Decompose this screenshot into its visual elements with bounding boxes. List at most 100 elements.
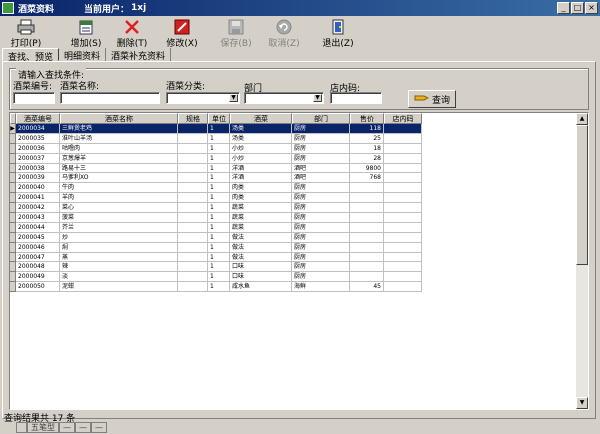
table-cell[interactable]: 9800 (350, 163, 384, 174)
vertical-scrollbar[interactable]: ▲ ▼ (576, 113, 588, 409)
table-cell[interactable]: 厨房 (292, 232, 350, 243)
table-cell[interactable] (350, 222, 384, 233)
table-cell[interactable] (178, 173, 208, 184)
table-cell[interactable]: 18 (350, 143, 384, 154)
table-cell[interactable]: 1 (208, 203, 230, 214)
ime-button-1[interactable]: — (59, 422, 75, 433)
table-cell[interactable]: 2000049 (16, 272, 60, 283)
table-cell[interactable]: 2000043 (16, 213, 60, 223)
table-cell[interactable] (384, 213, 422, 223)
table-cell[interactable]: 口味 (230, 262, 292, 273)
table-cell[interactable] (384, 272, 422, 283)
table-cell[interactable]: 泥蚶 (60, 282, 178, 293)
table-cell[interactable]: 2000042 (16, 203, 60, 214)
table-cell[interactable]: 1 (208, 213, 230, 223)
table-cell[interactable]: 厨房 (292, 242, 350, 253)
table-cell[interactable] (178, 213, 208, 223)
table-cell[interactable] (350, 193, 384, 204)
table-cell[interactable] (384, 193, 422, 204)
col-header-code[interactable]: 酒菜编号 (16, 113, 60, 124)
scroll-up-icon[interactable]: ▲ (576, 113, 588, 125)
table-cell[interactable]: 1 (208, 124, 230, 134)
table-cell[interactable]: 牛肉 (60, 183, 178, 194)
table-cell[interactable] (178, 193, 208, 204)
table-cell[interactable]: 45 (350, 282, 384, 293)
table-row[interactable]: 2000041 羊肉 1 肉类 厨房 (10, 193, 422, 204)
table-cell[interactable]: 汤类 (230, 124, 292, 134)
table-cell[interactable] (350, 242, 384, 253)
scroll-down-icon[interactable]: ▼ (576, 397, 588, 409)
table-row[interactable]: 2000042 菜心 1 蔬菜 厨房 (10, 203, 422, 214)
table-cell[interactable]: 厨房 (292, 133, 350, 144)
table-cell[interactable] (384, 124, 422, 134)
table-cell[interactable] (350, 203, 384, 214)
table-cell[interactable] (350, 262, 384, 273)
table-cell[interactable]: 炒 (60, 232, 178, 243)
table-cell[interactable]: 小炒 (230, 153, 292, 164)
code-input[interactable] (13, 92, 55, 104)
table-cell[interactable] (178, 163, 208, 174)
table-cell[interactable] (350, 183, 384, 194)
table-cell[interactable]: 焖 (60, 242, 178, 253)
table-cell[interactable]: 1 (208, 282, 230, 293)
table-cell[interactable] (350, 272, 384, 283)
scroll-thumb[interactable] (576, 125, 588, 265)
table-cell[interactable]: 口味 (230, 272, 292, 283)
table-cell[interactable]: 芥兰 (60, 222, 178, 233)
table-cell[interactable]: 蔬菜 (230, 213, 292, 223)
table-cell[interactable]: 肉类 (230, 193, 292, 204)
table-cell[interactable]: 海鲜 (292, 282, 350, 293)
table-row[interactable]: 2000037 京葱爆羊 1 小炒 厨房 28 (10, 153, 422, 164)
table-cell[interactable]: 厨房 (292, 213, 350, 223)
col-header-storecode[interactable]: 店内码 (384, 113, 422, 124)
table-cell[interactable] (178, 222, 208, 233)
tab-supplementary[interactable]: 酒菜补充资料 (106, 48, 172, 62)
print-button[interactable]: 打印(P) (4, 19, 48, 49)
query-button[interactable]: 查询 (408, 90, 456, 108)
table-cell[interactable] (384, 222, 422, 233)
table-cell[interactable]: 2000041 (16, 193, 60, 204)
table-cell[interactable]: 咕噜肉 (60, 143, 178, 154)
table-cell[interactable] (384, 153, 422, 164)
table-cell[interactable]: 1 (208, 252, 230, 263)
table-cell[interactable]: 1 (208, 133, 230, 144)
ime-icon[interactable] (16, 422, 27, 433)
table-cell[interactable]: 做法 (230, 232, 292, 243)
table-cell[interactable]: 辣 (60, 262, 178, 273)
table-cell[interactable] (350, 213, 384, 223)
table-cell[interactable]: 厨房 (292, 262, 350, 273)
table-cell[interactable]: 淮叶山羊汤 (60, 133, 178, 144)
table-cell[interactable] (178, 242, 208, 253)
table-cell[interactable] (178, 203, 208, 214)
table-cell[interactable]: 768 (350, 173, 384, 184)
table-row[interactable]: 2000048 辣 1 口味 厨房 (10, 262, 422, 273)
table-cell[interactable] (350, 232, 384, 243)
col-header-unit[interactable]: 单位 (208, 113, 230, 124)
table-row[interactable]: 2000040 牛肉 1 肉类 厨房 (10, 183, 422, 194)
table-cell[interactable]: 28 (350, 153, 384, 164)
table-row[interactable]: 2000044 芥兰 1 蔬菜 厨房 (10, 222, 422, 233)
col-header-spec[interactable]: 规格 (178, 113, 208, 124)
data-grid[interactable]: 酒菜编号 酒菜名称 规格 单位 酒菜 部门 售价 店内码 ▶ 2000034 三鲜煲… (9, 112, 589, 410)
table-cell[interactable]: 2000044 (16, 222, 60, 233)
ime-mode[interactable]: 五笔型 (27, 422, 59, 433)
table-row[interactable]: 2000050 泥蚶 1 咸水鱼 海鲜 45 (10, 282, 422, 293)
table-cell[interactable] (384, 173, 422, 184)
table-cell[interactable]: 厨房 (292, 193, 350, 204)
table-cell[interactable]: 25 (350, 133, 384, 144)
table-cell[interactable]: 1 (208, 143, 230, 154)
table-cell[interactable]: 蔬菜 (230, 222, 292, 233)
table-cell[interactable]: 京葱爆羊 (60, 153, 178, 164)
table-cell[interactable]: 厨房 (292, 252, 350, 263)
col-header-name[interactable]: 酒菜名称 (60, 113, 178, 124)
table-cell[interactable]: 马爹利XO (60, 173, 178, 184)
table-row[interactable]: 2000047 蒸 1 做法 厨房 (10, 252, 422, 263)
col-header-price[interactable]: 售价 (350, 113, 384, 124)
table-row[interactable]: 2000049 淡 1 口味 厨房 (10, 272, 422, 283)
table-cell[interactable]: 厨房 (292, 124, 350, 134)
table-cell[interactable] (384, 143, 422, 154)
table-cell[interactable]: 厨房 (292, 183, 350, 194)
table-cell[interactable]: 2000050 (16, 282, 60, 293)
chevron-down-icon[interactable]: ▼ (229, 94, 238, 102)
table-cell[interactable]: 2000034 (16, 124, 60, 134)
